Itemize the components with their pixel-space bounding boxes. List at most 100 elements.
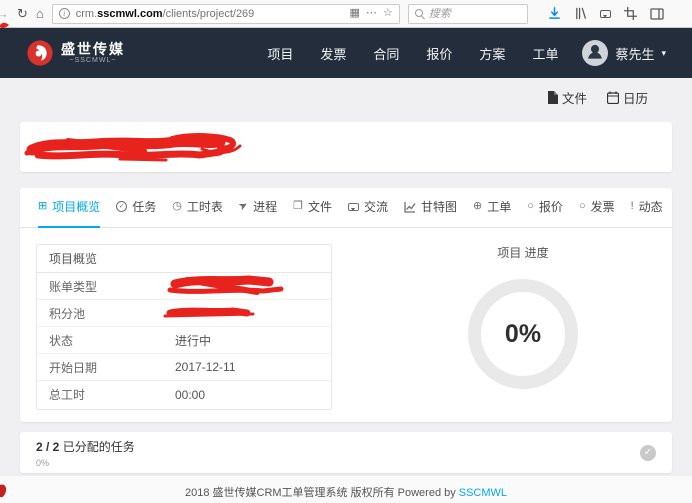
app-logo[interactable]: 盛世传媒 ~SSCMWL~ bbox=[26, 39, 125, 67]
row-value: 2017-12-11 bbox=[175, 360, 236, 374]
tab-label: 发票 bbox=[591, 198, 615, 215]
tab-quote[interactable]: ○ 报价 bbox=[527, 188, 563, 228]
tab-gantt[interactable]: 甘特图 bbox=[404, 188, 457, 228]
sidebar-icon[interactable] bbox=[650, 8, 664, 20]
page-actions: 文件 日历 bbox=[547, 88, 648, 107]
footer-text: 2018 盛世传媒CRM工单管理系统 版权所有 Powered by bbox=[185, 487, 456, 499]
row-label: 状态 bbox=[49, 332, 175, 349]
crop-icon[interactable] bbox=[624, 7, 637, 20]
home-icon[interactable]: ⌂ bbox=[36, 7, 44, 20]
toolbar-right-icons bbox=[548, 7, 664, 20]
search-input[interactable] bbox=[429, 8, 509, 20]
table-row: 账单类型 bbox=[37, 273, 331, 300]
nav-item-projects[interactable]: 项目 bbox=[267, 44, 293, 63]
check-circle-icon: ✓ bbox=[116, 201, 127, 212]
tab-label: 工时表 bbox=[187, 198, 223, 215]
qr-grid-icon[interactable]: ▦ bbox=[349, 8, 359, 19]
row-value: 00:00 bbox=[175, 388, 205, 402]
row-value: 进行中 bbox=[175, 332, 211, 349]
plus-circle-icon: ⊕ bbox=[473, 201, 482, 212]
files-button-label: 文件 bbox=[562, 88, 587, 107]
redacted-value bbox=[163, 304, 255, 322]
page-content: 文件 日历 bbox=[0, 78, 692, 503]
footer-link[interactable]: SSCMWL bbox=[459, 487, 507, 499]
tab-workorder[interactable]: ⊕ 工单 bbox=[473, 188, 511, 228]
logo-icon bbox=[26, 39, 54, 67]
url-domain: sscmwl.com bbox=[97, 8, 162, 20]
tab-label: 动态 bbox=[639, 198, 663, 215]
grid-icon: ⊞ bbox=[38, 201, 47, 212]
nav-item-invoices[interactable]: 发票 bbox=[320, 44, 346, 63]
project-main-card: ⊞ 项目概览 ✓ 任务 ◷ 工时表 ➤ 进程 ❐ 文件 bbox=[20, 188, 672, 422]
nav-item-proposals[interactable]: 方案 bbox=[479, 44, 505, 63]
progress-title: 项目 进度 bbox=[428, 244, 618, 261]
row-label: 开始日期 bbox=[49, 359, 175, 376]
url-path: /clients/project/269 bbox=[163, 8, 255, 20]
tab-discussion[interactable]: 交流 bbox=[348, 188, 388, 228]
calendar-icon bbox=[607, 91, 619, 104]
progress-donut: 0% bbox=[468, 279, 578, 389]
tab-process[interactable]: ➤ 进程 bbox=[239, 188, 277, 228]
url-text: crm.sscmwl.com/clients/project/269 bbox=[76, 8, 344, 20]
circle-icon: ○ bbox=[579, 201, 586, 212]
file-icon bbox=[547, 91, 558, 104]
tab-label: 文件 bbox=[308, 198, 332, 215]
user-name: 蔡先生 bbox=[615, 44, 654, 63]
table-row: 开始日期 2017-12-11 bbox=[37, 354, 331, 381]
nav-item-contracts[interactable]: 合同 bbox=[373, 44, 399, 63]
bookmark-star-icon[interactable]: ☆ bbox=[383, 8, 393, 19]
project-progress: 项目 进度 0% bbox=[428, 244, 618, 389]
url-bar[interactable]: i crm.sscmwl.com/clients/project/269 ▦ ⋯… bbox=[52, 4, 400, 24]
row-label: 积分池 bbox=[49, 305, 175, 322]
tab-invoice[interactable]: ○ 发票 bbox=[579, 188, 615, 228]
tasks-count: 2 / 2 bbox=[36, 440, 59, 454]
download-icon[interactable] bbox=[548, 7, 561, 20]
nav-item-workorders[interactable]: 工单 bbox=[532, 44, 558, 63]
app-navbar: 盛世传媒 ~SSCMWL~ 项目 发票 合同 报价 方案 工单 蔡先生 ▾ bbox=[0, 28, 692, 78]
tab-activity[interactable]: ! 动态 bbox=[631, 188, 663, 228]
overview-title: 项目概览 bbox=[37, 245, 331, 273]
tab-overview[interactable]: ⊞ 项目概览 bbox=[38, 188, 100, 228]
nav-item-quotes[interactable]: 报价 bbox=[426, 44, 452, 63]
calendar-button[interactable]: 日历 bbox=[607, 88, 648, 107]
tab-tasks[interactable]: ✓ 任务 bbox=[116, 188, 156, 228]
tasks-label: 已分配的任务 bbox=[63, 440, 135, 454]
tab-label: 任务 bbox=[132, 198, 156, 215]
library-icon[interactable] bbox=[574, 7, 587, 20]
search-icon bbox=[415, 9, 425, 19]
reload-icon[interactable]: ↻ bbox=[17, 7, 28, 20]
table-row: 总工时 00:00 bbox=[37, 381, 331, 408]
page-actions-dots-icon[interactable]: ⋯ bbox=[366, 8, 377, 19]
tab-label: 项目概览 bbox=[52, 198, 100, 215]
chat-icon[interactable] bbox=[600, 10, 611, 18]
user-menu[interactable]: 蔡先生 ▾ bbox=[582, 40, 666, 66]
circle-icon: ○ bbox=[527, 201, 534, 212]
browser-window: → ↻ ⌂ i crm.sscmwl.com/clients/project/2… bbox=[0, 0, 692, 503]
project-tabbar: ⊞ 项目概览 ✓ 任务 ◷ 工时表 ➤ 进程 ❐ 文件 bbox=[20, 188, 672, 228]
info-icon[interactable]: i bbox=[59, 8, 70, 19]
tab-label: 工单 bbox=[487, 198, 511, 215]
chart-line-icon bbox=[404, 201, 416, 213]
redaction-stray-mark bbox=[0, 19, 10, 31]
tasks-percent: 0% bbox=[36, 458, 135, 468]
paper-plane-icon: ➤ bbox=[237, 199, 250, 213]
copy-icon: ❐ bbox=[293, 201, 303, 212]
row-label: 账单类型 bbox=[49, 278, 175, 295]
page-footer: 2018 盛世传媒CRM工单管理系统 版权所有 Powered bySSCMWL bbox=[0, 476, 692, 503]
search-box[interactable] bbox=[408, 4, 528, 24]
tab-label: 交流 bbox=[364, 198, 388, 215]
tab-label: 报价 bbox=[539, 198, 563, 215]
row-label: 总工时 bbox=[49, 386, 175, 403]
redacted-project-title bbox=[24, 127, 246, 167]
files-button[interactable]: 文件 bbox=[547, 88, 587, 107]
redaction-stray-mark bbox=[0, 483, 9, 499]
project-overview-box: 项目概览 账单类型 bbox=[36, 244, 332, 410]
nav-menu: 项目 发票 合同 报价 方案 工单 bbox=[267, 44, 558, 63]
tab-timesheet[interactable]: ◷ 工时表 bbox=[172, 188, 223, 228]
logo-text: 盛世传媒 ~SSCMWL~ bbox=[61, 42, 125, 64]
exclamation-icon: ! bbox=[631, 201, 634, 212]
tab-label: 甘特图 bbox=[421, 198, 457, 215]
tab-label: 进程 bbox=[253, 198, 277, 215]
tab-files[interactable]: ❐ 文件 bbox=[293, 188, 332, 228]
redacted-value bbox=[165, 271, 287, 301]
